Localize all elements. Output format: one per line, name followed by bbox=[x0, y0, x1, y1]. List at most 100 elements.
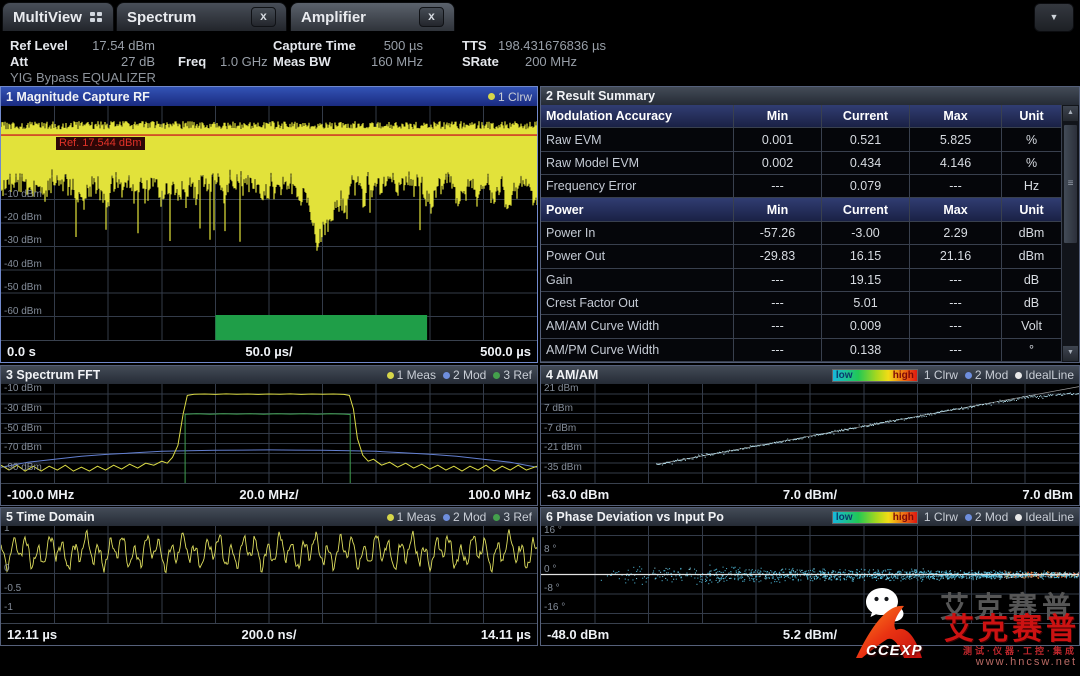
x-end-label: 500.0 µs bbox=[480, 344, 531, 359]
result-max: 5.825 bbox=[910, 128, 1002, 150]
result-max: --- bbox=[910, 339, 1002, 361]
srate-label: SRate bbox=[462, 54, 499, 69]
am-am-titlebar[interactable]: 4 AM/AM low high 1 Clrw 2 Mod IdealLine bbox=[541, 366, 1079, 384]
scrollbar-grip: ≡ bbox=[1068, 180, 1074, 188]
window-result-summary: 2 Result Summary Modulation AccuracyMinC… bbox=[540, 86, 1080, 363]
result-min: 0.001 bbox=[734, 128, 822, 150]
result-unit: Hz bbox=[1002, 175, 1061, 197]
column-header-max: Max bbox=[910, 198, 1002, 220]
freq-value: 1.0 GHz bbox=[220, 54, 268, 69]
result-unit: % bbox=[1002, 128, 1061, 150]
result-current: 0.138 bbox=[822, 339, 910, 361]
trace-3-dot bbox=[493, 372, 500, 379]
phase-deviation-titlebar[interactable]: 6 Phase Deviation vs Input Po low high 1… bbox=[541, 508, 1079, 526]
tab-spectrum-label: Spectrum bbox=[127, 9, 196, 26]
tab-amplifier[interactable]: Amplifier x bbox=[290, 2, 455, 31]
x-start-label: -48.0 dBm bbox=[547, 627, 609, 642]
am-am-plot[interactable]: 21 dBm7 dBm-7 dBm-21 dBm-35 dBm bbox=[541, 384, 1079, 483]
magnitude-capture-plot[interactable]: Ref. 17.544 dBm -10 dBm-20 dBm-30 dBm-40… bbox=[1, 106, 537, 340]
close-icon[interactable]: x bbox=[419, 7, 444, 27]
result-unit: % bbox=[1002, 152, 1061, 174]
column-header-max: Max bbox=[910, 105, 1002, 127]
trace-1-label: 1 Meas bbox=[397, 510, 436, 524]
x-end-label: 100.0 MHz bbox=[468, 487, 531, 502]
result-current: 0.434 bbox=[822, 152, 910, 174]
result-max: --- bbox=[910, 175, 1002, 197]
time-domain-xaxis: 200.0 ns/ 12.11 µs 14.11 µs bbox=[1, 623, 537, 645]
result-name: Crest Factor Out bbox=[541, 292, 734, 314]
result-name: Raw Model EVM bbox=[541, 152, 734, 174]
window-title: 1 Magnitude Capture RF bbox=[6, 90, 150, 104]
magnitude-capture-xaxis: 50.0 µs/ 0.0 s 500.0 µs bbox=[1, 340, 537, 362]
trace-2-dot bbox=[965, 514, 972, 521]
result-max: 21.16 bbox=[910, 245, 1002, 267]
time-domain-titlebar[interactable]: 5 Time Domain 1 Meas 2 Mod 3 Ref bbox=[1, 508, 537, 526]
tab-bar: MultiView Spectrum x Amplifier x ▼ bbox=[0, 0, 1080, 34]
channel-info-bar: Ref Level 17.54 dBm Att 27 dB Freq 1.0 G… bbox=[0, 34, 1080, 86]
att-value: 27 dB bbox=[70, 54, 155, 69]
x-start-label: 12.11 µs bbox=[7, 627, 57, 642]
x-scale-label: 7.0 dBm/ bbox=[541, 487, 1079, 502]
window-title: 3 Spectrum FFT bbox=[6, 368, 100, 382]
x-start-label: 0.0 s bbox=[7, 344, 36, 359]
density-colorbar: low high bbox=[832, 511, 918, 524]
phase-deviation-plot[interactable]: 16 °8 °0 °-8 °-16 ° bbox=[541, 526, 1079, 623]
scrollbar-track[interactable]: ≡ bbox=[1062, 122, 1079, 345]
phase-deviation-xaxis: 5.2 dBm/ -48.0 dBm bbox=[541, 623, 1079, 645]
column-header-min: Min bbox=[734, 105, 822, 127]
colorbar-low-label: low bbox=[836, 370, 853, 381]
result-unit: Volt bbox=[1002, 315, 1061, 337]
tts-value: 198.431676836 µs bbox=[498, 38, 606, 53]
trace-2-dot bbox=[443, 514, 450, 521]
result-max: --- bbox=[910, 315, 1002, 337]
srate-value: 200 MHz bbox=[505, 54, 577, 69]
trace-1-label: 1 Clrw bbox=[498, 90, 532, 104]
spectrum-fft-plot[interactable]: -10 dBm-30 dBm-50 dBm-70 dBm-90 dBm bbox=[1, 384, 537, 483]
watermark-url: www.hncsw.net bbox=[976, 656, 1077, 668]
time-domain-plot[interactable]: 10-0.5-1 bbox=[1, 526, 537, 623]
analyzer-screen: MultiView Spectrum x Amplifier x ▼ Ref L… bbox=[0, 0, 1080, 676]
window-time-domain: 5 Time Domain 1 Meas 2 Mod 3 Ref 10-0.5-… bbox=[0, 507, 538, 646]
trace-legend: 1 Meas 2 Mod 3 Ref bbox=[380, 368, 532, 382]
att-label: Att bbox=[10, 54, 28, 69]
window-dropdown-button[interactable]: ▼ bbox=[1034, 3, 1074, 32]
table-section-header-row: Modulation AccuracyMinCurrentMaxUnit bbox=[541, 105, 1061, 128]
trace-2-label: 2 Mod bbox=[975, 510, 1008, 524]
result-min: --- bbox=[734, 292, 822, 314]
result-name: Frequency Error bbox=[541, 175, 734, 197]
tab-spectrum[interactable]: Spectrum x bbox=[116, 2, 287, 31]
trace-2-label: 2 Mod bbox=[975, 368, 1008, 382]
close-icon[interactable]: x bbox=[251, 7, 276, 27]
result-min: --- bbox=[734, 339, 822, 361]
result-unit: ° bbox=[1002, 339, 1061, 361]
magnitude-capture-titlebar[interactable]: 1 Magnitude Capture RF 1 Clrw bbox=[1, 87, 537, 106]
result-current: 19.15 bbox=[822, 269, 910, 291]
window-magnitude-capture: 1 Magnitude Capture RF 1 Clrw Ref. 17.54… bbox=[0, 86, 538, 363]
window-title: 4 AM/AM bbox=[546, 368, 598, 382]
scroll-up-button[interactable]: ▲ bbox=[1062, 105, 1079, 122]
x-end-label: 7.0 dBm bbox=[1022, 487, 1073, 502]
scroll-down-button[interactable]: ▼ bbox=[1062, 345, 1079, 362]
x-scale-label: 20.0 MHz/ bbox=[1, 487, 537, 502]
ideal-line-label: IdealLine bbox=[1025, 510, 1074, 524]
x-start-label: -100.0 MHz bbox=[7, 487, 74, 502]
window-title: 2 Result Summary bbox=[546, 89, 655, 103]
table-row: Frequency Error---0.079---Hz bbox=[541, 175, 1061, 198]
trace-1-label: 1 Meas bbox=[397, 368, 436, 382]
spectrum-fft-titlebar[interactable]: 3 Spectrum FFT 1 Meas 2 Mod 3 Ref bbox=[1, 366, 537, 384]
trace-1-dot bbox=[387, 372, 394, 379]
result-current: 16.15 bbox=[822, 245, 910, 267]
tab-multiview[interactable]: MultiView bbox=[2, 2, 114, 31]
scrollbar[interactable]: ▲ ≡ ▼ bbox=[1061, 105, 1079, 362]
chevron-down-icon: ▼ bbox=[1050, 13, 1059, 22]
result-summary-titlebar[interactable]: 2 Result Summary bbox=[541, 87, 1079, 105]
scrollbar-thumb[interactable]: ≡ bbox=[1063, 124, 1078, 244]
result-max: 4.146 bbox=[910, 152, 1002, 174]
trace-legend: 1 Clrw bbox=[481, 90, 532, 104]
colorbar-high-label: high bbox=[893, 370, 914, 381]
column-header-unit: Unit bbox=[1002, 198, 1061, 220]
window-title: 6 Phase Deviation vs Input Po bbox=[546, 510, 724, 524]
result-current: 0.079 bbox=[822, 175, 910, 197]
column-header-unit: Unit bbox=[1002, 105, 1061, 127]
table-row: AM/PM Curve Width---0.138---° bbox=[541, 339, 1061, 362]
